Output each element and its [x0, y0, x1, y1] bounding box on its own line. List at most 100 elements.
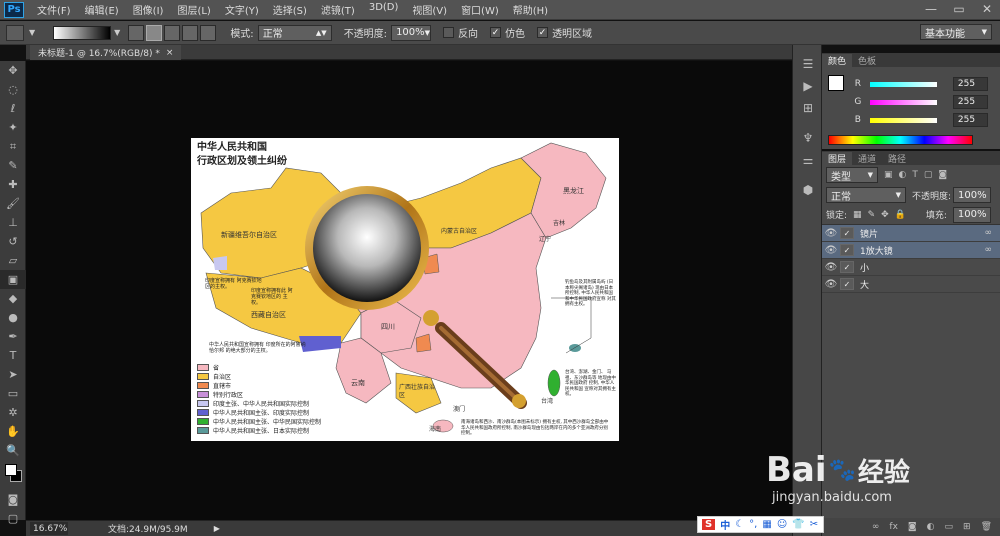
menu-item[interactable]: 滤镜(T)	[314, 2, 362, 17]
eye-icon[interactable]: 👁	[822, 279, 840, 290]
zoom-tool-icon[interactable]: 🔍	[0, 441, 26, 460]
quick-mask-icon[interactable]: ◙	[0, 490, 26, 509]
eye-icon[interactable]: 👁	[822, 245, 840, 256]
3d-tool-icon[interactable]: ✲	[0, 403, 26, 422]
link-icon[interactable]: ∞	[985, 245, 993, 255]
blend-mode-select[interactable]: 正常 ▼	[826, 187, 906, 203]
slider-r-track[interactable]	[869, 81, 937, 87]
eraser-tool-icon[interactable]: ▱	[0, 251, 26, 270]
layer-opacity-input[interactable]: 100%	[953, 187, 992, 203]
link-icon[interactable]: ∞	[985, 228, 993, 238]
menu-item[interactable]: 编辑(E)	[78, 2, 126, 17]
slider-r[interactable]: R 255	[828, 77, 988, 91]
slider-g-track[interactable]	[869, 99, 937, 105]
workspace-select[interactable]: 基本功能 ▼	[920, 24, 992, 40]
minimize-button[interactable]: —	[922, 2, 940, 16]
history-brush-tool-icon[interactable]: ↺	[0, 232, 26, 251]
close-button[interactable]: ✕	[978, 2, 996, 16]
group-icon[interactable]: ▭	[945, 522, 954, 532]
fill-input[interactable]: 100%	[952, 206, 991, 223]
filter-pixel-icon[interactable]: ▣	[884, 170, 893, 180]
tab-channels[interactable]: 通道	[852, 152, 882, 165]
layer-name[interactable]: 大	[860, 278, 869, 291]
tab-swatches[interactable]: 色板	[852, 54, 882, 67]
chevron-down-icon[interactable]: ▼	[114, 28, 120, 37]
reverse-checkbox[interactable]	[443, 27, 455, 38]
radial-gradient-button[interactable]	[146, 24, 163, 41]
status-arrow-icon[interactable]: ▶	[214, 524, 220, 533]
eyedropper-tool-icon[interactable]: ✎	[0, 156, 26, 175]
filter-adjust-icon[interactable]: ◐	[899, 170, 907, 180]
menu-item[interactable]: 图像(I)	[126, 2, 171, 17]
menu-item[interactable]: 视图(V)	[405, 2, 454, 17]
layer-row[interactable]: 👁 ✓ 1放大镜 ∞	[822, 242, 1000, 259]
gradient-tool-icon[interactable]	[6, 24, 24, 41]
zoom-level[interactable]: 16.67%	[30, 522, 68, 535]
blur-tool-icon[interactable]: ◆	[0, 289, 26, 308]
filter-shape-icon[interactable]: ▢	[924, 170, 933, 180]
actions-panel-icon[interactable]: ▶	[793, 75, 823, 97]
layer-row[interactable]: 👁 ✓ 大	[822, 276, 1000, 293]
layer-name[interactable]: 1放大镜	[860, 244, 893, 257]
mode-select[interactable]: 正常 ▲▼	[257, 24, 332, 41]
keyboard-icon[interactable]: ▦	[762, 519, 771, 530]
slider-b[interactable]: B 255	[828, 113, 988, 127]
layer-filter-select[interactable]: 类型 ▼	[826, 167, 878, 183]
channel-g-value[interactable]: 255	[952, 95, 988, 109]
chevron-down-icon[interactable]: ▼	[29, 28, 35, 37]
slider-g[interactable]: G 255	[828, 95, 988, 109]
lock-position-icon[interactable]: ✥	[881, 210, 889, 220]
moon-icon[interactable]: ☾	[735, 519, 744, 530]
transparency-checkbox[interactable]: ✓	[537, 27, 549, 38]
dodge-tool-icon[interactable]: ●	[0, 308, 26, 327]
mask-icon[interactable]: ◙	[908, 522, 917, 532]
magic-wand-tool-icon[interactable]: ✦	[0, 118, 26, 137]
move-tool-icon[interactable]: ✥	[0, 61, 26, 80]
tab-paths[interactable]: 路径	[882, 152, 912, 165]
brush-panel-icon[interactable]: ♆	[793, 127, 823, 149]
linear-gradient-button[interactable]	[128, 24, 145, 41]
info-panel-icon[interactable]: ⊞	[793, 97, 823, 119]
document-canvas[interactable]: 中华人民共和国 行政区划及领土纠纷 新疆维吾尔自治区 西藏自治区 内蒙古自治区 …	[191, 138, 619, 441]
maximize-button[interactable]: ▭	[950, 2, 968, 16]
hand-tool-icon[interactable]: ✋	[0, 422, 26, 441]
brush-tool-icon[interactable]: 🖌	[0, 194, 26, 213]
eye-icon[interactable]: 👁	[822, 262, 840, 273]
lock-transparent-icon[interactable]: ▦	[853, 210, 862, 220]
menu-item[interactable]: 选择(S)	[266, 2, 314, 17]
lock-all-icon[interactable]: 🔒	[895, 210, 906, 220]
crop-tool-icon[interactable]: ⌗	[0, 137, 26, 156]
layer-row[interactable]: 👁 ✓ 小	[822, 259, 1000, 276]
menu-item[interactable]: 窗口(W)	[454, 2, 506, 17]
filter-smart-icon[interactable]: ◙	[938, 170, 947, 180]
diamond-gradient-button[interactable]	[200, 24, 217, 41]
layer-name[interactable]: 小	[860, 261, 869, 274]
color-swatches[interactable]	[0, 460, 25, 490]
adjustment-icon[interactable]: ◐	[927, 522, 935, 532]
marquee-tool-icon[interactable]: ◌	[0, 80, 26, 99]
channel-r-value[interactable]: 255	[952, 77, 988, 91]
tab-color[interactable]: 颜色	[822, 54, 853, 67]
tools-icon[interactable]: ✂	[810, 519, 818, 530]
gradient-preview[interactable]	[53, 25, 112, 40]
adjust-panel-icon[interactable]: ⚌	[793, 149, 823, 171]
foreground-color-swatch[interactable]	[5, 464, 17, 476]
healing-tool-icon[interactable]: ✚	[0, 175, 26, 194]
menu-item[interactable]: 文字(Y)	[218, 2, 266, 17]
menu-item[interactable]: 文件(F)	[30, 2, 78, 17]
tab-layers[interactable]: 图层	[822, 152, 853, 165]
new-layer-icon[interactable]: ⊞	[963, 522, 971, 532]
lasso-tool-icon[interactable]: ℓ	[0, 99, 26, 118]
screen-mode-icon[interactable]: ▢	[0, 509, 26, 528]
gradient-tool-icon[interactable]: ▣	[0, 270, 26, 289]
color-spectrum[interactable]	[828, 135, 973, 145]
shape-tool-icon[interactable]: ▭	[0, 384, 26, 403]
slider-b-track[interactable]	[869, 117, 937, 123]
skin-icon[interactable]: 👕	[792, 519, 804, 530]
lock-image-icon[interactable]: ✎	[868, 210, 876, 220]
layer-row[interactable]: 👁 ✓ 镜片 ∞	[822, 225, 1000, 242]
menu-item[interactable]: 帮助(H)	[506, 2, 555, 17]
user-icon[interactable]: ☺	[777, 519, 787, 530]
type-tool-icon[interactable]: T	[0, 346, 26, 365]
link-layers-icon[interactable]: ∞	[872, 522, 880, 532]
